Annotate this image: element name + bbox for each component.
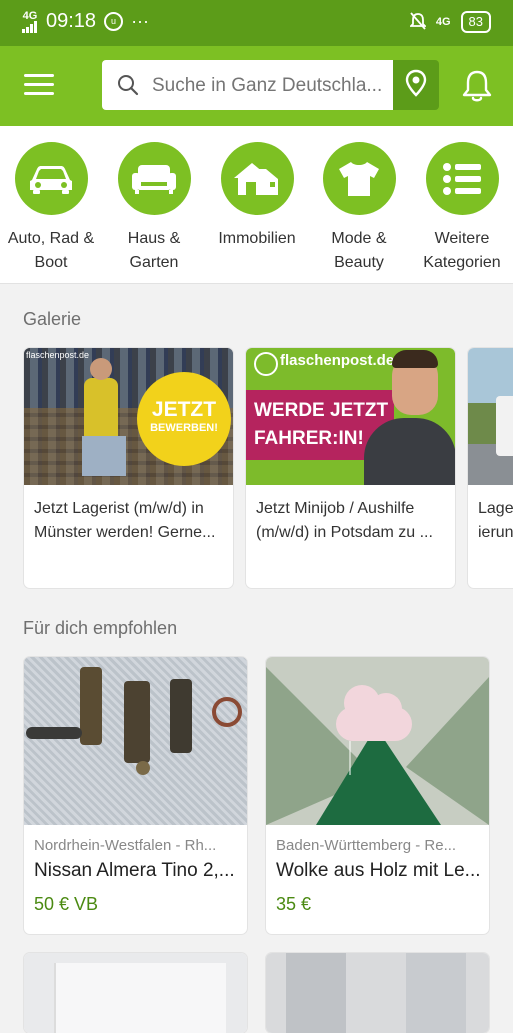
listing-card[interactable] — [24, 953, 247, 1033]
more-notifications-icon: ··· — [131, 11, 150, 31]
gallery-brand: flaschenpost.de — [26, 350, 90, 360]
battery-level: 83 — [468, 14, 483, 29]
listing-image-cabinet — [24, 953, 247, 1033]
gallery-badge: JETZT BEWERBEN! — [137, 372, 231, 466]
listing-image-injectors — [24, 657, 247, 825]
gallery-card[interactable]: Lage ierun — [468, 348, 513, 588]
gallery-card[interactable]: flaschenpost.de JETZT BEWERBEN! Jetzt La… — [24, 348, 233, 588]
gallery-image-truck — [468, 348, 513, 485]
category-label: Auto, Rad & Boot — [7, 230, 95, 271]
menu-icon[interactable] — [24, 74, 54, 96]
signal-icon: 4G — [22, 9, 38, 33]
clock: 09:18 — [46, 10, 97, 32]
category-label: Immobilien — [218, 230, 296, 247]
category-weitere[interactable]: Weitere Kategorien — [410, 142, 513, 275]
badge-subtext: BEWERBEN! — [150, 422, 218, 434]
gallery-card-text: Jetzt Lagerist (m/w/d) in Münster werden… — [34, 500, 216, 541]
listing-image-cloud — [266, 657, 489, 825]
top-bar — [0, 46, 513, 126]
category-label: Weitere Kategorien — [423, 230, 501, 271]
recommended-title: Für dich empfohlen — [23, 618, 178, 638]
mute-icon — [408, 11, 428, 33]
bell-icon — [460, 70, 494, 108]
category-haus-garten[interactable]: Haus & Garten — [102, 142, 206, 275]
category-label: Mode & Beauty — [331, 230, 387, 271]
listing-location: Nordrhein-Westfalen - Rh... — [34, 837, 217, 854]
data-saver-icon: u — [104, 12, 124, 31]
listing-price: 35 € — [276, 894, 312, 914]
badge-text: JETZT — [151, 398, 217, 421]
listing-title: Wolke aus Holz mit Le... — [276, 860, 481, 881]
listing-price: 50 € VB — [34, 894, 99, 914]
listing-image-wardrobe — [266, 953, 489, 1033]
car-icon — [14, 142, 88, 215]
listing-title: Nissan Almera Tino 2,... — [34, 860, 235, 881]
gallery-card-text: Lage ierun — [478, 500, 513, 541]
search-bar[interactable] — [102, 60, 393, 110]
list-icon — [425, 142, 499, 215]
notifications-button[interactable] — [460, 68, 494, 104]
listing-card[interactable]: Baden-Württemberg - Re... Wolke aus Holz… — [266, 657, 489, 934]
listing-card[interactable] — [266, 953, 489, 1033]
category-immobilien[interactable]: Immobilien — [205, 142, 309, 251]
status-bar: 4G 09:18 u ··· 4G 83 — [0, 0, 513, 46]
gallery-image-warehouse: flaschenpost.de JETZT BEWERBEN! — [24, 348, 233, 485]
listing-card[interactable]: Nordrhein-Westfalen - Rh... Nissan Almer… — [24, 657, 247, 934]
location-button[interactable] — [393, 60, 439, 110]
house-icon — [220, 142, 294, 215]
network-right-label: 4G — [435, 16, 451, 28]
gallery-card[interactable]: flaschenpost.de WERDE JETZT FAHRER:IN! J… — [246, 348, 455, 588]
category-label: Haus & Garten — [127, 230, 181, 271]
gallery-card-text: Jetzt Minijob / Aushilfe (m/w/d) in Pots… — [256, 500, 433, 541]
location-pin-icon — [405, 69, 427, 102]
network-label: 4G — [22, 9, 38, 22]
search-input[interactable] — [150, 70, 384, 102]
flaschenpost-logo-icon — [254, 352, 278, 376]
category-auto[interactable]: Auto, Rad & Boot — [0, 142, 103, 275]
tshirt-icon — [322, 142, 396, 215]
category-bar: Auto, Rad & Boot Haus & Garten Immobilie… — [0, 126, 513, 284]
battery-icon: 83 — [460, 11, 491, 33]
gallery-image-driver: flaschenpost.de WERDE JETZT FAHRER:IN! — [246, 348, 455, 485]
gallery-title: Galerie — [23, 309, 82, 329]
sofa-icon — [117, 142, 191, 215]
gallery-brand: flaschenpost.de — [280, 352, 395, 369]
search-icon — [116, 73, 140, 102]
gallery-headline-1: WERDE JETZT — [254, 400, 389, 421]
listing-location: Baden-Württemberg - Re... — [276, 837, 457, 854]
gallery-headline-2: FAHRER:IN! — [254, 428, 364, 449]
category-mode-beauty[interactable]: Mode & Beauty — [307, 142, 411, 275]
